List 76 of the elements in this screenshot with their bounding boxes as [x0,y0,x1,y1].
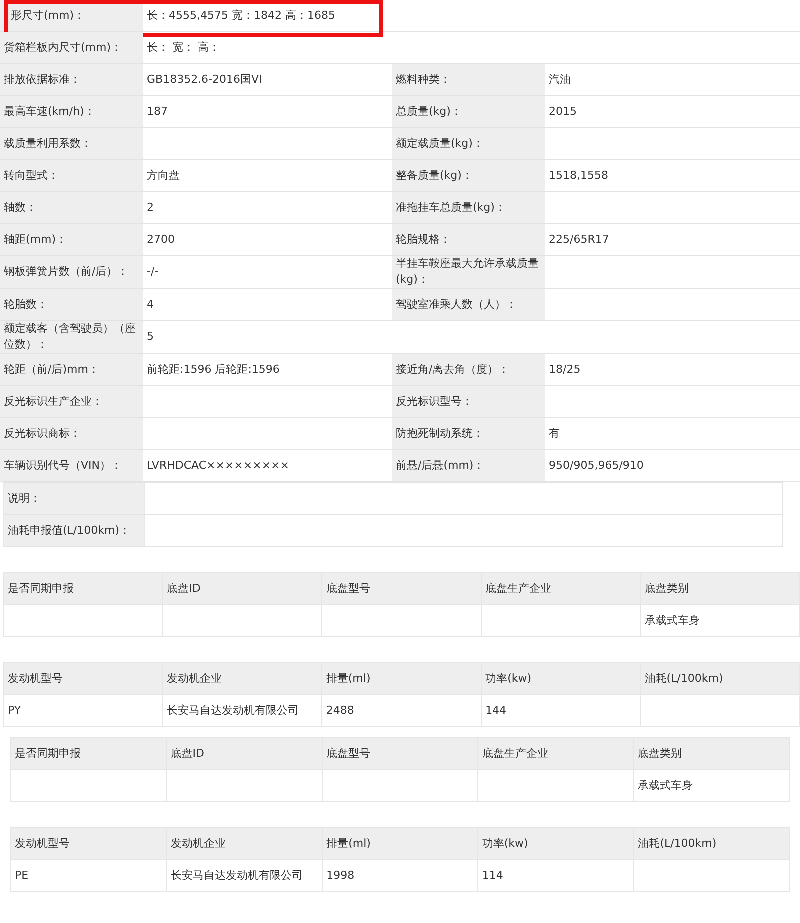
column-header: 底盘生产企业 [481,572,640,604]
field-label: 货箱栏板内尺寸(mm)： [0,32,143,64]
field-value: 950/905,965/910 [545,450,800,482]
field-label: 半挂车鞍座最大允许承载质量(kg)： [392,256,545,288]
column-header: 排量(ml) [322,662,482,694]
field-label: 前悬/后悬(mm)： [392,450,545,482]
column-header: 发动机企业 [162,662,322,694]
table-cell: 144 [481,694,640,726]
column-header: 功率(kw) [481,662,640,694]
field-value: 前轮距:1596 后轮距:1596 [143,354,392,386]
field-label: 驾驶室准乘人数（人）： [392,288,545,320]
table-cell: PE [10,860,166,892]
field-label: 轮胎数： [0,288,143,320]
field-label: 排放依据标准： [0,64,143,96]
field-value: 5 [143,320,800,354]
table-cell: 承载式车身 [634,770,790,802]
field-value: LVRHDCAC××××××××× [143,450,392,482]
table-cell: 承载式车身 [640,604,800,636]
column-header: 油耗(L/100km) [640,662,800,694]
field-label: 说明： [4,482,144,514]
table-cell: 长安马自达发动机有限公司 [162,694,322,726]
field-label: 反光标识商标： [0,418,143,450]
field-label: 反光标识型号： [392,386,545,418]
field-value: 长： 宽： 高： [143,32,800,64]
column-header: 排量(ml) [322,828,478,860]
column-header: 发动机型号 [4,662,163,694]
table-cell: 长安马自达发动机有限公司 [166,860,322,892]
field-value: 2700 [143,224,392,256]
field-value: 汽油 [545,64,800,96]
field-label: 防抱死制动系统： [392,418,545,450]
column-header: 油耗(L/100km) [634,828,790,860]
field-label: 准拖挂车总质量(kg)： [392,192,545,224]
table-cell: 114 [478,860,634,892]
column-header: 底盘型号 [322,738,478,770]
field-value: 1518,1558 [545,160,800,192]
field-value: 2 [143,192,392,224]
table-cell: PY [4,694,163,726]
column-header: 底盘型号 [322,572,482,604]
field-label: 车辆识别代号（VIN）： [0,450,143,482]
field-value: 18/25 [545,354,800,386]
field-label: 轮距（前/后)mm： [0,354,143,386]
column-header: 底盘生产企业 [478,738,634,770]
field-value: 225/65R17 [545,224,800,256]
column-header: 功率(kw) [478,828,634,860]
field-value: 有 [545,418,800,450]
field-label: 轴数： [0,192,143,224]
field-label: 轴距(mm)： [0,224,143,256]
field-label: 钢板弹簧片数（前/后）： [0,256,143,288]
field-label: 额定载质量(kg)： [392,128,545,160]
column-header: 底盘类别 [634,738,790,770]
column-header: 发动机企业 [166,828,322,860]
column-header: 是否同期申报 [10,738,166,770]
field-label: 油耗申报值(L/100km)： [4,514,144,546]
field-label: 最高车速(km/h)： [0,96,143,128]
field-label: 反光标识生产企业： [0,386,143,418]
field-label: 整备质量(kg)： [392,160,545,192]
field-label: 轮胎规格： [392,224,545,256]
table-cell: 2488 [322,694,482,726]
column-header: 底盘ID [166,738,322,770]
field-value: 187 [143,96,392,128]
field-label: 载质量利用系数： [0,128,143,160]
field-value: 4 [143,288,392,320]
table-cell: 1998 [322,860,478,892]
field-label: 额定载客（含驾驶员）（座位数）： [0,320,143,354]
field-value: GB18352.6-2016国VI [143,64,392,96]
field-label: 转向型式： [0,160,143,192]
column-header: 是否同期申报 [4,572,163,604]
column-header: 发动机型号 [10,828,166,860]
field-value: 方向盘 [143,160,392,192]
field-value: -/- [143,256,392,288]
field-label: 接近角/离去角（度）： [392,354,545,386]
column-header: 底盘类别 [640,572,800,604]
field-value: 2015 [545,96,800,128]
column-header: 底盘ID [162,572,322,604]
field-label: 总质量(kg)： [392,96,545,128]
field-label: 燃料种类： [392,64,545,96]
